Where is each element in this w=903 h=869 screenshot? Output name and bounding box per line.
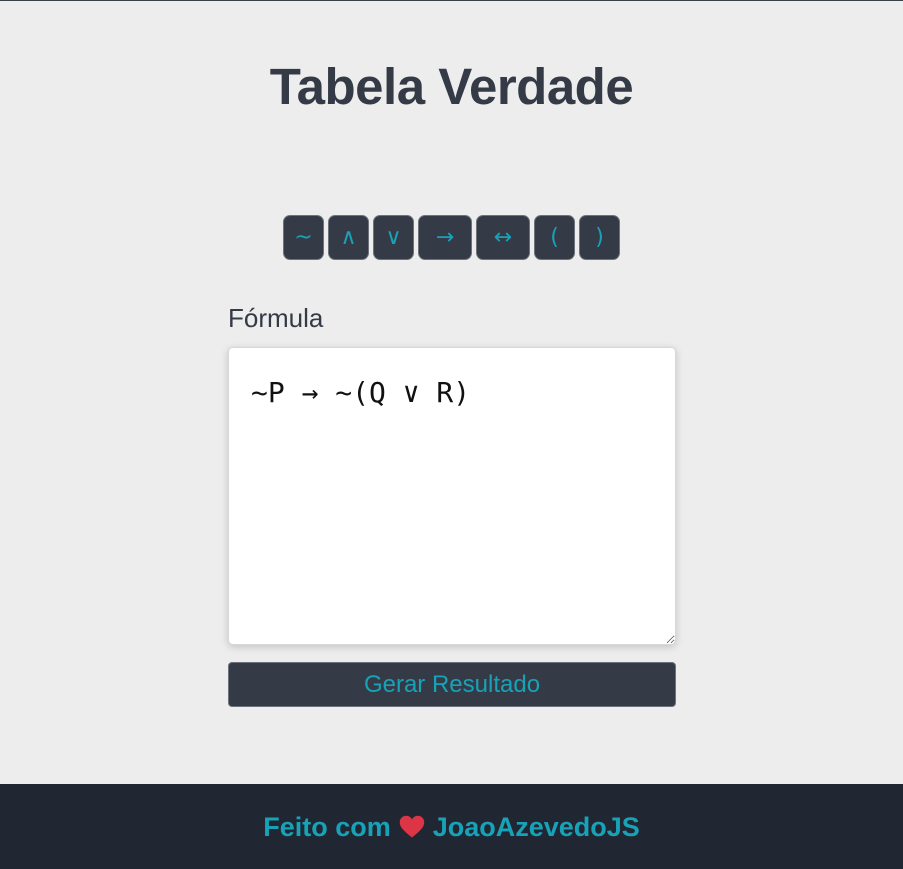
- biconditional-symbol-button[interactable]: ↔: [476, 215, 530, 260]
- implies-symbol-button[interactable]: →: [418, 215, 472, 260]
- formula-field-wrapper: ~P → ~(Q ∨ R): [228, 347, 676, 645]
- footer-text: Feito com: [263, 811, 391, 842]
- symbol-toolbar: ~ ∧ ∨ → ↔ ( ): [0, 215, 903, 260]
- close-paren-button[interactable]: ): [579, 215, 620, 260]
- formula-input[interactable]: ~P → ~(Q ∨ R): [229, 348, 675, 644]
- heart-icon: [399, 815, 425, 839]
- and-symbol-button[interactable]: ∧: [328, 215, 369, 260]
- generate-result-button[interactable]: Gerar Resultado: [228, 662, 676, 707]
- page-title: Tabela Verdade: [269, 58, 634, 115]
- author-link[interactable]: JoaoAzevedoJS: [433, 812, 640, 843]
- open-paren-button[interactable]: (: [534, 215, 575, 260]
- page: Tabela Verdade ~ ∧ ∨ → ↔ ( ) Fórmula ~P …: [0, 0, 903, 869]
- formula-label: Fórmula: [228, 303, 324, 333]
- footer: Feito com JoaoAzevedoJS: [0, 784, 903, 869]
- not-symbol-button[interactable]: ~: [283, 215, 324, 260]
- or-symbol-button[interactable]: ∨: [373, 215, 414, 260]
